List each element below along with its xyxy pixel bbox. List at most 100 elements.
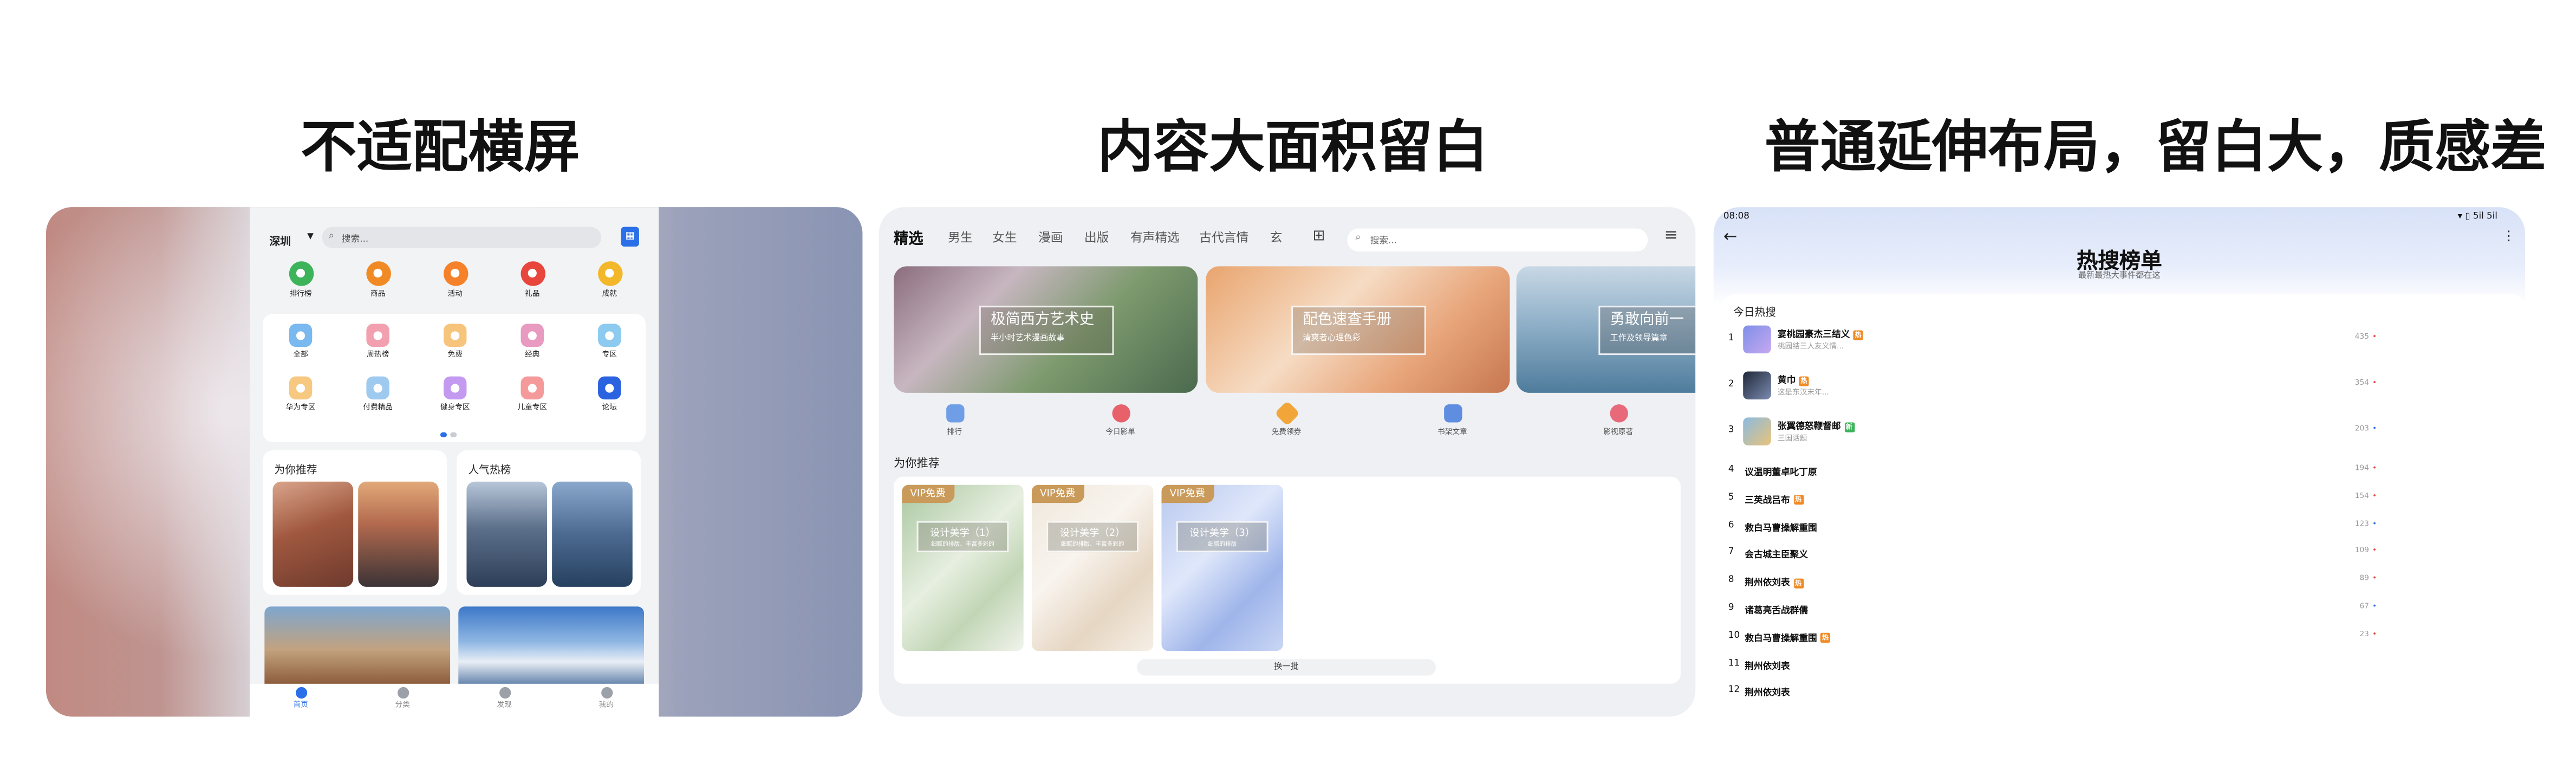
topic-name-text: 黄巾 (1777, 376, 1796, 386)
banner-caption: 勇敢向前一 工作及领导篇章 (1598, 306, 1696, 355)
vip-caption: 设计美学（2） 细腻的排版、丰富多彩的 (1046, 521, 1139, 553)
menu-icon[interactable]: ≡ (1664, 227, 1678, 245)
tab-ancient-romance[interactable]: 古代言情 (1199, 229, 1248, 247)
city-image[interactable] (264, 606, 451, 686)
topic-name: 荆州依刘表 (1745, 658, 1790, 671)
shortcut-play[interactable]: ● 专区 (577, 324, 642, 360)
shortcut-child[interactable]: ● 儿童专区 (499, 376, 565, 412)
snow-peak-image[interactable] (458, 606, 645, 686)
calendar-icon[interactable]: ▦ (621, 227, 639, 247)
quick-label: 影视原著 (1603, 429, 1634, 437)
hot-row[interactable]: 12 荆州依刘表 (1728, 686, 2517, 709)
vip-subtitle: 细腻的排版、丰富多彩的 (931, 540, 994, 548)
hot-row[interactable]: 1 宴桃园豪杰三结义热桃园结三人友义情... 435 • (1728, 325, 2517, 357)
hot-row[interactable]: 2 黄巾热这是东汉末年... 354 • (1728, 371, 2517, 403)
popular-card[interactable]: 人气热榜 (457, 450, 641, 596)
banner-brave-forward[interactable]: 勇敢向前一 工作及领导篇章 (1516, 266, 1696, 393)
quick-today-list[interactable]: 今日影单 (1088, 404, 1153, 437)
rank-number: 6 (1728, 520, 1734, 531)
hot-row[interactable]: 4 议温明董卓叱丁原 194 • (1728, 465, 2517, 488)
vip-book-3[interactable]: VIP免费 设计美学（3） 细腻的排版 (1161, 484, 1283, 651)
tab-discover[interactable]: 发现 (488, 687, 521, 710)
topic-name-text: 荆州依刘表 (1745, 662, 1790, 672)
recommend-card[interactable]: 为你推荐 (263, 450, 447, 596)
bookshelf-icon (1443, 404, 1462, 423)
shortcut-label: 论坛 (602, 404, 617, 413)
search-input[interactable]: ⌕ 搜索... (322, 227, 602, 249)
shortcut-grid[interactable]: ● 全部 (268, 324, 333, 360)
trend-up-icon: • (2372, 333, 2377, 342)
banner-color-guide[interactable]: 配色速查手册 清爽者心理色彩 (1206, 266, 1510, 393)
hot-row[interactable]: 3 张翼德怒鞭督邮新三国话题 203 • (1728, 417, 2517, 449)
hot-row[interactable]: 6 救白马曹操解重围 123 • (1728, 520, 2517, 543)
tab-mine[interactable]: 我的 (590, 687, 623, 710)
shortcut-medal[interactable]: ● 成就 (577, 261, 642, 299)
quick-label: 今日影单 (1105, 429, 1135, 437)
heat-count: 67 (2359, 603, 2369, 612)
shortcut-tag[interactable]: ● 商品 (345, 261, 411, 299)
shortcut-chat[interactable]: ● 论坛 (577, 376, 642, 413)
hot-row[interactable]: 7 会古城主臣聚义 109 • (1728, 548, 2517, 571)
rank-number: 2 (1728, 379, 1734, 390)
quick-bookshelf[interactable]: 书架文章 (1420, 404, 1485, 437)
heat-count: 89 (2359, 576, 2369, 584)
chevron-down-icon[interactable]: ▼ (307, 232, 314, 242)
quick-ranking[interactable]: 排行 (922, 404, 987, 437)
quick-film-original[interactable]: 影视原著 (1585, 404, 1651, 437)
banner-title: 配色速查手册 (1303, 312, 1392, 329)
rank-number: 5 (1728, 493, 1734, 503)
shortcut-label: 华为专区 (285, 404, 316, 413)
panel-no-landscape: 深圳 ▼ ⌕ 搜索... ▦ ● 排行榜 ● 商品 ● 活动 ● 礼品 ● 成就 ● 全部 ● 周热榜 ●… (45, 207, 863, 717)
shortcut-book[interactable]: ● 经典 (499, 324, 565, 360)
hot-row[interactable]: 8 荆州依刘表热 89 • (1728, 576, 2517, 598)
tab-male[interactable]: 男生 (948, 229, 972, 247)
shortcut-label: 周热榜 (367, 352, 389, 360)
grid-icon[interactable]: ⊞ (1313, 229, 1325, 245)
vip-badge: VIP免费 (1161, 484, 1214, 503)
shortcut-flag[interactable]: ● 活动 (422, 261, 488, 299)
calendar-icon: ● (366, 324, 389, 347)
city-selector[interactable]: 深圳 (269, 232, 290, 248)
tab-comics[interactable]: 漫画 (1038, 229, 1063, 247)
desert-image[interactable] (272, 481, 354, 587)
vip-badge: VIP免费 (1031, 484, 1084, 503)
tab-featured[interactable]: 精选 (894, 227, 923, 248)
topic-name: 三英战吕布热 (1745, 493, 1803, 506)
tab-publish[interactable]: 出版 (1084, 229, 1109, 247)
shortcut-chart[interactable]: ● 排行榜 (268, 261, 333, 299)
vip-book-2[interactable]: VIP免费 设计美学（2） 细腻的排版、丰富多彩的 (1031, 484, 1154, 651)
shortcut-gift[interactable]: ● 礼品 (499, 261, 565, 299)
lake-mountain-image[interactable] (552, 481, 633, 587)
hot-row[interactable]: 5 三英战吕布热 154 • (1728, 493, 2517, 515)
topic-name: 荆州依刘表 (1745, 686, 1790, 699)
book-icon: ● (521, 324, 544, 347)
trend-down-icon: • (2372, 520, 2377, 529)
hot-row[interactable]: 11 荆州依刘表 (1728, 658, 2517, 681)
snow-town-image[interactable] (466, 481, 548, 587)
search-input[interactable]: ⌕ 搜索... (1347, 228, 1648, 252)
category-icon (396, 687, 408, 699)
shortcut-store[interactable]: ● 华为专区 (268, 376, 333, 413)
bar-chart-icon (945, 404, 964, 423)
shortcut-diamond[interactable]: ● 付费精品 (345, 376, 411, 412)
tab-female[interactable]: 女生 (992, 229, 1017, 247)
shortcut-fitness[interactable]: ● 健身专区 (422, 376, 488, 412)
shortcut-coupon[interactable]: ● 免费 (422, 324, 488, 360)
rank-number: 10 (1728, 631, 1740, 641)
mountain-sunset-image[interactable] (358, 481, 439, 587)
tab-fantasy[interactable]: 玄 (1270, 229, 1283, 247)
tab-category[interactable]: 分类 (386, 687, 419, 710)
popular-title: 人气热榜 (468, 463, 511, 477)
quick-free-coupon[interactable]: 免费领券 (1253, 400, 1319, 437)
search-icon: ⌕ (1355, 231, 1361, 243)
tab-audio[interactable]: 有声精选 (1130, 229, 1180, 247)
rank-number: 7 (1728, 548, 1734, 558)
hot-row[interactable]: 9 诸葛亮舌战群儒 67 • (1728, 603, 2517, 626)
tab-home[interactable]: 首页 (284, 687, 317, 710)
shortcut-calendar[interactable]: ● 周热榜 (345, 324, 411, 360)
banner-art-history[interactable]: 极简西方艺术史 半小时艺术漫画故事 (894, 266, 1198, 393)
hot-row[interactable]: 10 救白马曹操解重围热 23 • (1728, 631, 2517, 654)
refresh-button[interactable]: 换一批 (1136, 659, 1436, 676)
more-icon[interactable]: ⋮ (2502, 229, 2515, 243)
vip-book-1[interactable]: VIP免费 设计美学（1） 细腻的排版、丰富多彩的 (902, 484, 1024, 651)
